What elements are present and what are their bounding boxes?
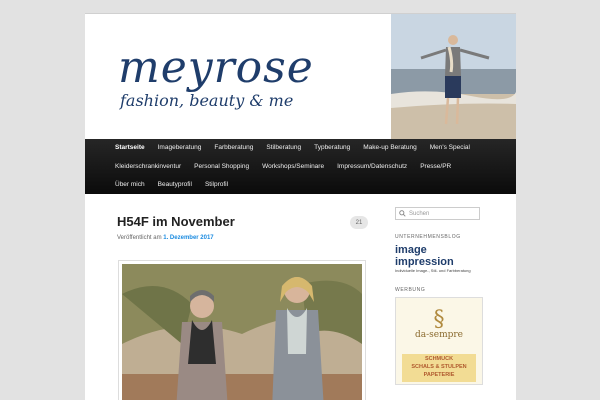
post-date-link[interactable]: 1. Dezember 2017 (163, 235, 213, 241)
nav-item-stilprofil[interactable]: Stilprofil (205, 181, 228, 188)
post-image (118, 260, 366, 400)
nav-item-impressum[interactable]: Impressum/Datenschutz (337, 163, 407, 170)
nav-item-workshops[interactable]: Workshops/Seminare (262, 163, 324, 170)
nav-item-mens-special[interactable]: Men's Special (430, 144, 470, 151)
nav-item-farbberatung[interactable]: Farbberatung (214, 144, 253, 151)
nav-item-beautyprofil[interactable]: Beautyprofil (158, 181, 192, 188)
nav-item-startseite[interactable]: Startseite (115, 144, 145, 151)
nav-item-typberatung[interactable]: Typberatung (314, 144, 350, 151)
comment-count-badge[interactable]: 21 (350, 216, 368, 229)
page: meyrose fashion, beauty & me Startseite … (85, 13, 516, 400)
site-header: meyrose fashion, beauty & me (85, 14, 516, 139)
nav-item-presse[interactable]: Presse/PR (420, 163, 451, 170)
image-impression-banner[interactable]: image impression Individuelle Image-, St… (395, 244, 485, 273)
nav-row-2: Kleiderschrankinventur Personal Shopping… (115, 163, 464, 170)
nav-item-stilberatung[interactable]: Stilberatung (266, 144, 301, 151)
search-placeholder: Suchen (409, 210, 430, 217)
da-sempre-line2: SCHALS & STULPEN (411, 364, 467, 370)
widget-title-ad: WERBUNG (395, 287, 426, 293)
nav-row-3: Über mich Beautyprofil Stilprofil (115, 181, 241, 188)
main-navigation: Startseite Imageberatung Farbberatung St… (85, 139, 516, 194)
search-input[interactable]: Suchen (395, 207, 480, 220)
image-impression-subtitle: Individuelle Image-, Stil- und Farbberat… (395, 268, 471, 273)
svg-text:§: § (434, 307, 445, 332)
nav-item-kleiderschrankinventur[interactable]: Kleiderschrankinventur (115, 163, 181, 170)
da-sempre-line1: SCHMUCK (424, 356, 454, 362)
nav-item-imageberatung[interactable]: Imageberatung (158, 144, 202, 151)
nav-item-ueber-mich[interactable]: Über mich (115, 181, 145, 188)
search-icon (399, 210, 406, 217)
sidebar: Suchen UNTERNEHMENSBLOG image impression… (395, 207, 505, 385)
nav-row-1: Startseite Imageberatung Farbberatung St… (115, 144, 483, 151)
header-image (391, 14, 516, 139)
site-tagline: fashion, beauty & me (120, 91, 294, 110)
nav-item-makeup-beratung[interactable]: Make-up Beratung (363, 144, 416, 151)
post-meta: Veröffentlicht am 1. Dezember 2017 (117, 235, 367, 241)
nav-item-personal-shopping[interactable]: Personal Shopping (194, 163, 249, 170)
da-sempre-brand: da-sempre (414, 330, 464, 340)
post-title[interactable]: H54F im November (117, 214, 367, 229)
widget-title-blog: UNTERNEHMENSBLOG (395, 234, 461, 240)
image-impression-logo: image impression (395, 244, 454, 268)
post-header: H54F im November Veröffentlicht am 1. De… (117, 214, 367, 241)
post-meta-prefix: Veröffentlicht am (117, 235, 162, 241)
da-sempre-ad[interactable]: § da-sempre SCHMUCK SCHALS & STULPEN PAP… (395, 297, 483, 385)
da-sempre-line3: PAPETERIE (423, 372, 455, 378)
site-title[interactable]: meyrose (118, 42, 314, 93)
